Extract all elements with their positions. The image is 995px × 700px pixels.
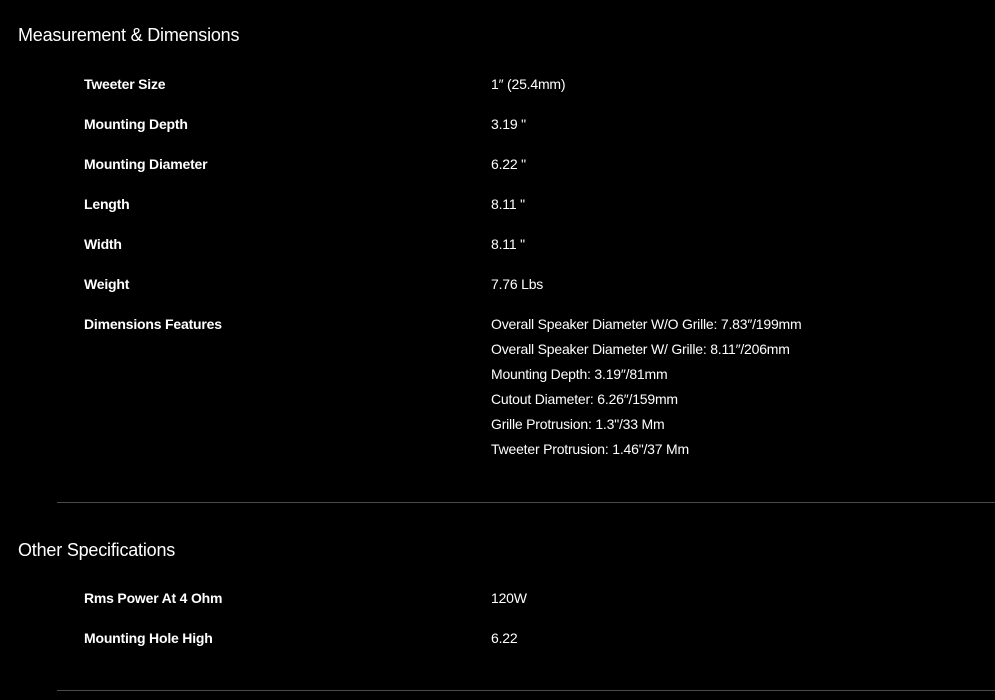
spec-value: 8.11 ": [491, 236, 525, 252]
spec-label: Mounting Diameter: [84, 156, 208, 172]
feature-line: Overall Speaker Diameter W/O Grille: 7.8…: [491, 316, 802, 332]
spec-label: Width: [84, 236, 122, 252]
spec-value: 7.76 Lbs: [491, 276, 544, 292]
feature-line: Mounting Depth: 3.19″/81mm: [491, 366, 668, 382]
spec-row-mounting-depth: Mounting Depth 3.19 ": [0, 116, 995, 132]
feature-line: Overall Speaker Diameter W/ Grille: 8.11…: [491, 341, 790, 357]
spec-row-mounting-diameter: Mounting Diameter 6.22 ": [0, 156, 995, 172]
spec-row-weight: Weight 7.76 Lbs: [0, 276, 995, 292]
feature-line: Tweeter Protrusion: 1.46"/37 Mm: [491, 441, 689, 457]
section-title: Other Specifications: [18, 540, 176, 560]
spec-label: Length: [84, 196, 130, 212]
spec-label: Weight: [84, 276, 130, 292]
section-divider: [57, 502, 995, 503]
spec-row-dimensions-features: Dimensions Features Overall Speaker Diam…: [0, 316, 995, 462]
spec-label: Dimensions Features: [84, 316, 222, 332]
spec-row-mounting-hole-high: Mounting Hole High 6.22: [0, 630, 995, 646]
spec-value: 6.22: [491, 630, 518, 646]
spec-value: 1″ (25.4mm): [491, 76, 566, 92]
spec-value: 3.19 ": [491, 116, 526, 132]
feature-line: Cutout Diameter: 6.26″/159mm: [491, 391, 678, 407]
spec-value: 8.11 ": [491, 196, 525, 212]
spec-value: 120W: [491, 590, 527, 606]
spec-label: Tweeter Size: [84, 76, 166, 92]
spec-label: Rms Power At 4 Ohm: [84, 590, 223, 606]
spec-label: Mounting Hole High: [84, 630, 213, 646]
spec-row-width: Width 8.11 ": [0, 236, 995, 252]
dimensions-features-list: Overall Speaker Diameter W/O Grille: 7.8…: [491, 312, 802, 462]
spec-label: Mounting Depth: [84, 116, 188, 132]
spec-row-rms-power: Rms Power At 4 Ohm 120W: [0, 590, 995, 606]
section-title: Measurement & Dimensions: [18, 25, 240, 45]
spec-row-length: Length 8.11 ": [0, 196, 995, 212]
spec-row-tweeter-size: Tweeter Size 1″ (25.4mm): [0, 76, 995, 92]
feature-line: Grille Protrusion: 1.3"/33 Mm: [491, 416, 665, 432]
section-divider: [57, 690, 995, 691]
spec-value: 6.22 ": [491, 156, 526, 172]
